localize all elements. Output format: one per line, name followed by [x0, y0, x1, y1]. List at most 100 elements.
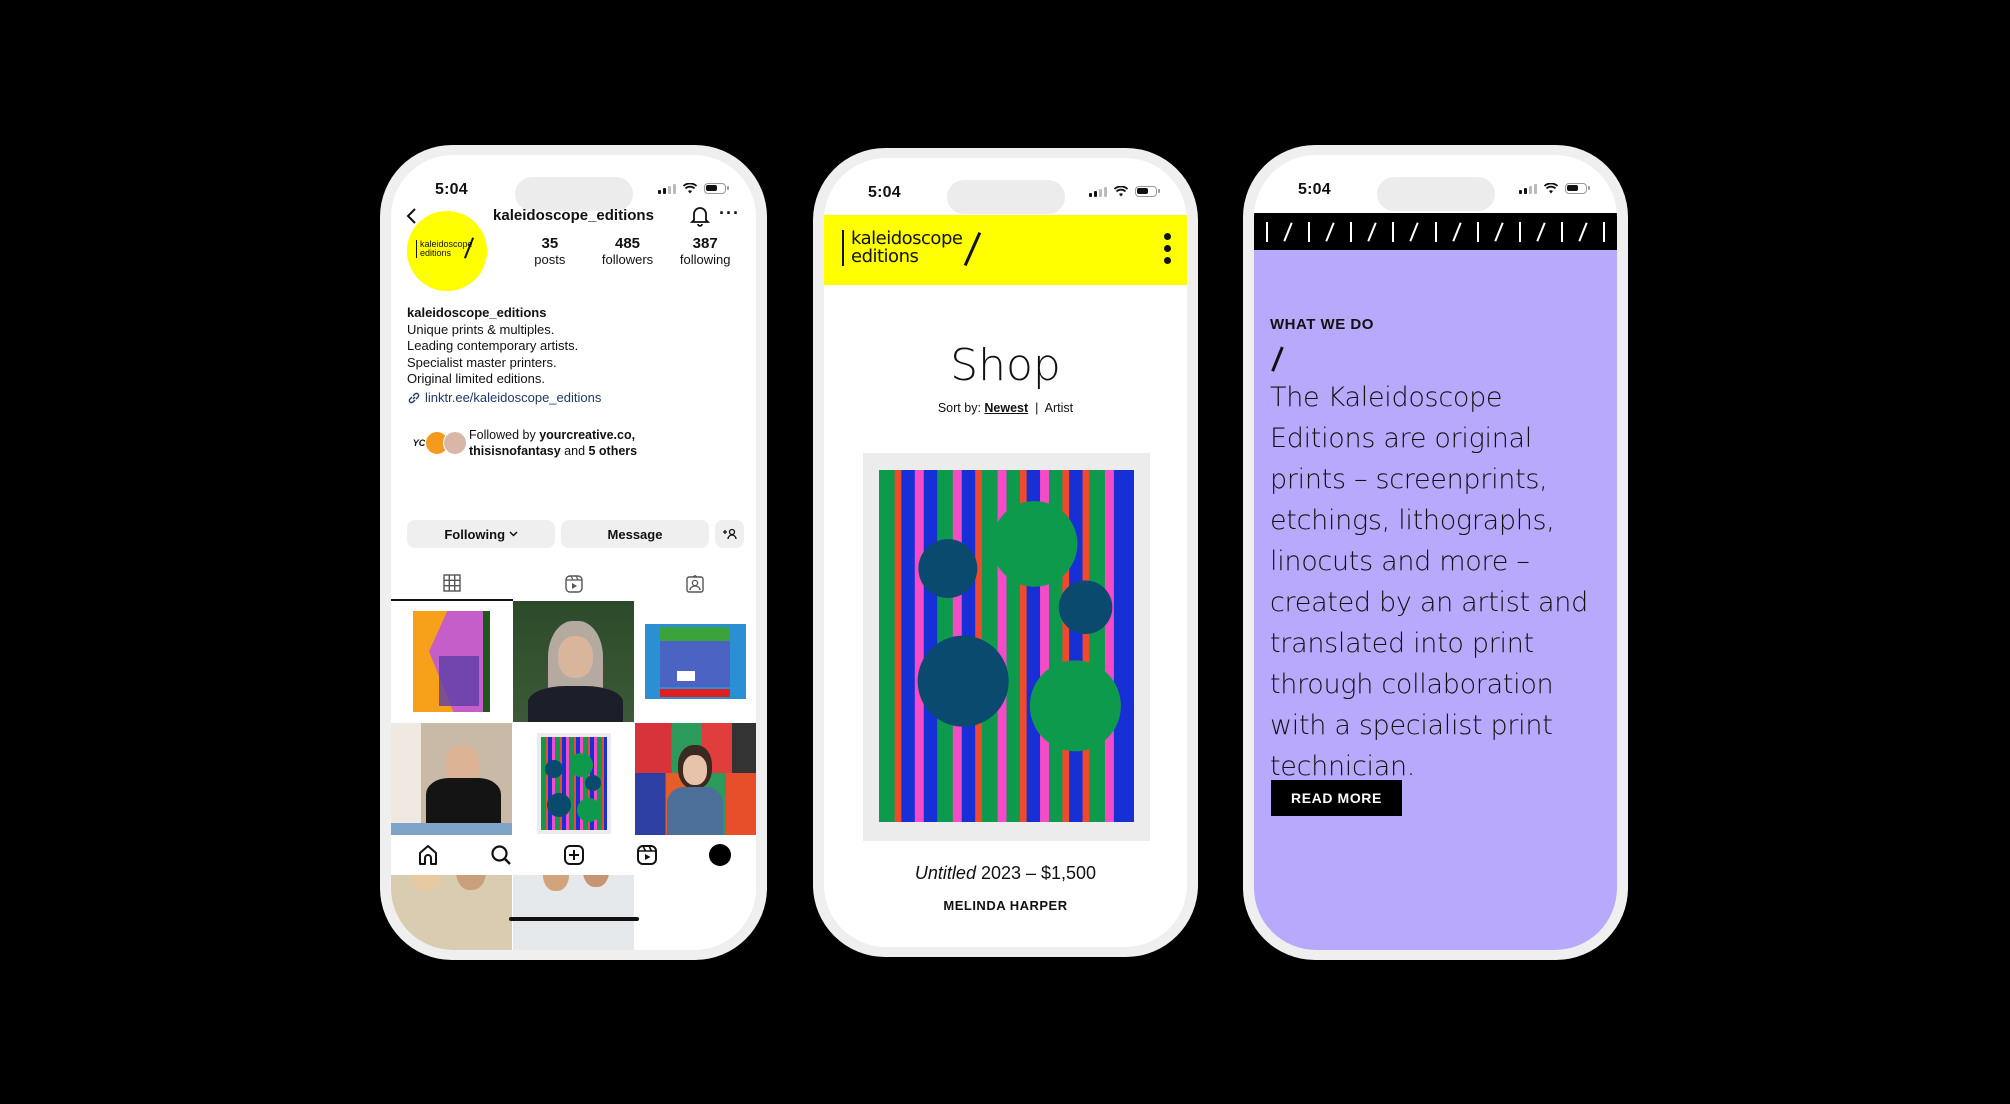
tagged-icon [686, 575, 704, 593]
reels-nav-icon[interactable] [636, 844, 658, 866]
section-body: The Kaleidoscope Editions are original p… [1270, 382, 1588, 782]
stat-following[interactable]: 387 following [666, 235, 744, 267]
pattern-slash [1367, 221, 1377, 242]
grid-post-5[interactable] [635, 723, 756, 844]
print-circle [545, 760, 563, 778]
grid-post-1[interactable] [513, 601, 634, 722]
signal-icon [1089, 186, 1107, 197]
grid-post-3[interactable] [391, 723, 512, 844]
pattern-bar [1350, 221, 1353, 242]
product-year-price: 2023 – $1,500 [975, 863, 1097, 883]
read-more-button[interactable]: READ MORE [1271, 780, 1402, 816]
profile-avatar[interactable]: kaleidoscope editions [407, 211, 487, 291]
stat-posts[interactable]: 35 posts [511, 235, 589, 267]
artwork-circle [991, 501, 1078, 587]
phone-shop: 5:04 kaleidoscope editions Shop Sort by:… [813, 148, 1198, 957]
status-bar: 5:04 [1254, 155, 1617, 211]
brand-logo[interactable]: kaleidoscope editions [842, 230, 963, 267]
reels-icon [564, 575, 583, 593]
menu-icon[interactable] [1164, 233, 1171, 264]
print-circle [569, 753, 593, 777]
print-circle [577, 798, 601, 822]
site-header: kaleidoscope editions [824, 215, 1187, 285]
add-user-button[interactable] [715, 520, 744, 548]
pattern-slash [1451, 221, 1462, 242]
sort-label: Sort by: [937, 401, 981, 415]
create-post-icon[interactable] [563, 844, 585, 866]
dynamic-island [1376, 177, 1495, 211]
followed-by[interactable]: YC Followed by yourcreative.co, thisisno… [407, 427, 637, 459]
brand-line2: editions [851, 246, 919, 267]
wifi-icon [1544, 183, 1558, 194]
product-title[interactable]: Untitled 2023 – $1,500 [824, 863, 1187, 884]
artwork-stripe [1113, 470, 1134, 822]
product-title-italic: Untitled [914, 863, 976, 883]
product-image[interactable] [863, 453, 1150, 841]
product-artist[interactable]: MELINDA HARPER [824, 898, 1187, 913]
tab-grid[interactable] [391, 567, 513, 601]
artwork-print [879, 470, 1134, 822]
pattern-slash [1325, 221, 1335, 242]
home-indicator[interactable] [508, 917, 639, 921]
profile-link[interactable]: linktr.ee/kaleidoscope_editions [407, 390, 601, 407]
tab-tagged[interactable] [634, 567, 756, 601]
artwork-circle [1029, 660, 1121, 752]
artwork-stripe [1104, 470, 1115, 822]
what-we-do-section: WHAT WE DO The Kaleidoscope Editions are… [1254, 250, 1617, 950]
chevron-down-icon [509, 531, 518, 537]
phone-instagram-profile: 5:04 kaleidoscope_editions ··· kaleidosc… [380, 145, 767, 960]
pattern-bar [1560, 221, 1563, 242]
print-red-label [660, 689, 730, 697]
artwork-stripe [879, 470, 896, 822]
pattern-bar [1434, 221, 1437, 242]
profile-link-text[interactable]: linktr.ee/kaleidoscope_editions [425, 390, 601, 407]
battery-icon [1565, 183, 1590, 194]
signal-icon [1519, 183, 1537, 194]
pattern-slash [1578, 221, 1588, 242]
sort-artist[interactable]: Artist [1045, 401, 1073, 415]
follower-avatars: YC [407, 431, 467, 455]
pattern-bar [1476, 221, 1479, 242]
bio-line: Specialist master printers. [407, 354, 557, 370]
section-kicker: WHAT WE DO [1270, 316, 1374, 333]
signal-icon [658, 183, 676, 194]
stat-label: posts [534, 252, 566, 267]
stat-label: following [679, 252, 731, 267]
print-green-strip [483, 611, 490, 712]
profile-avatar-nav[interactable] [708, 844, 731, 866]
profile-stats: 35 posts 485 followers 387 following [511, 235, 744, 267]
following-label: Following [444, 526, 506, 542]
pattern-bar [1518, 221, 1521, 242]
page-title: Shop [950, 340, 1061, 391]
link-icon [408, 392, 420, 403]
following-button[interactable]: Following [407, 520, 555, 548]
profile-bio: kaleidoscope_editions Unique prints & mu… [407, 305, 601, 406]
stat-value: 485 [614, 235, 641, 252]
tab-reels[interactable] [513, 567, 635, 601]
pattern-slash [1283, 221, 1293, 242]
message-button[interactable]: Message [561, 520, 709, 548]
artwork-circle [917, 635, 1009, 727]
grid-post-4[interactable] [513, 723, 634, 844]
status-time: 5:04 [1298, 181, 1331, 198]
more-options-icon[interactable]: ··· [719, 203, 740, 224]
status-time: 5:04 [868, 184, 901, 201]
pattern-bar [1392, 221, 1395, 242]
sort-newest[interactable]: Newest [984, 401, 1028, 415]
print-figure [439, 656, 479, 706]
grid-post-0[interactable] [391, 601, 512, 722]
print-circle [547, 793, 571, 817]
profile-actions: Following Message [407, 520, 744, 548]
pattern-bar [1266, 221, 1268, 242]
stat-followers[interactable]: 485 followers [589, 235, 667, 267]
bell-icon[interactable] [690, 205, 710, 227]
avatar-thisisnofantasy [443, 431, 467, 455]
search-icon[interactable] [490, 844, 512, 866]
followed-prefix: Followed by [469, 428, 540, 442]
artwork-circle [918, 539, 978, 599]
home-icon[interactable] [417, 844, 439, 866]
print-car [677, 671, 695, 681]
grid-post-2[interactable] [635, 601, 756, 722]
posts-grid [391, 601, 756, 950]
pattern-slash [1494, 221, 1504, 242]
